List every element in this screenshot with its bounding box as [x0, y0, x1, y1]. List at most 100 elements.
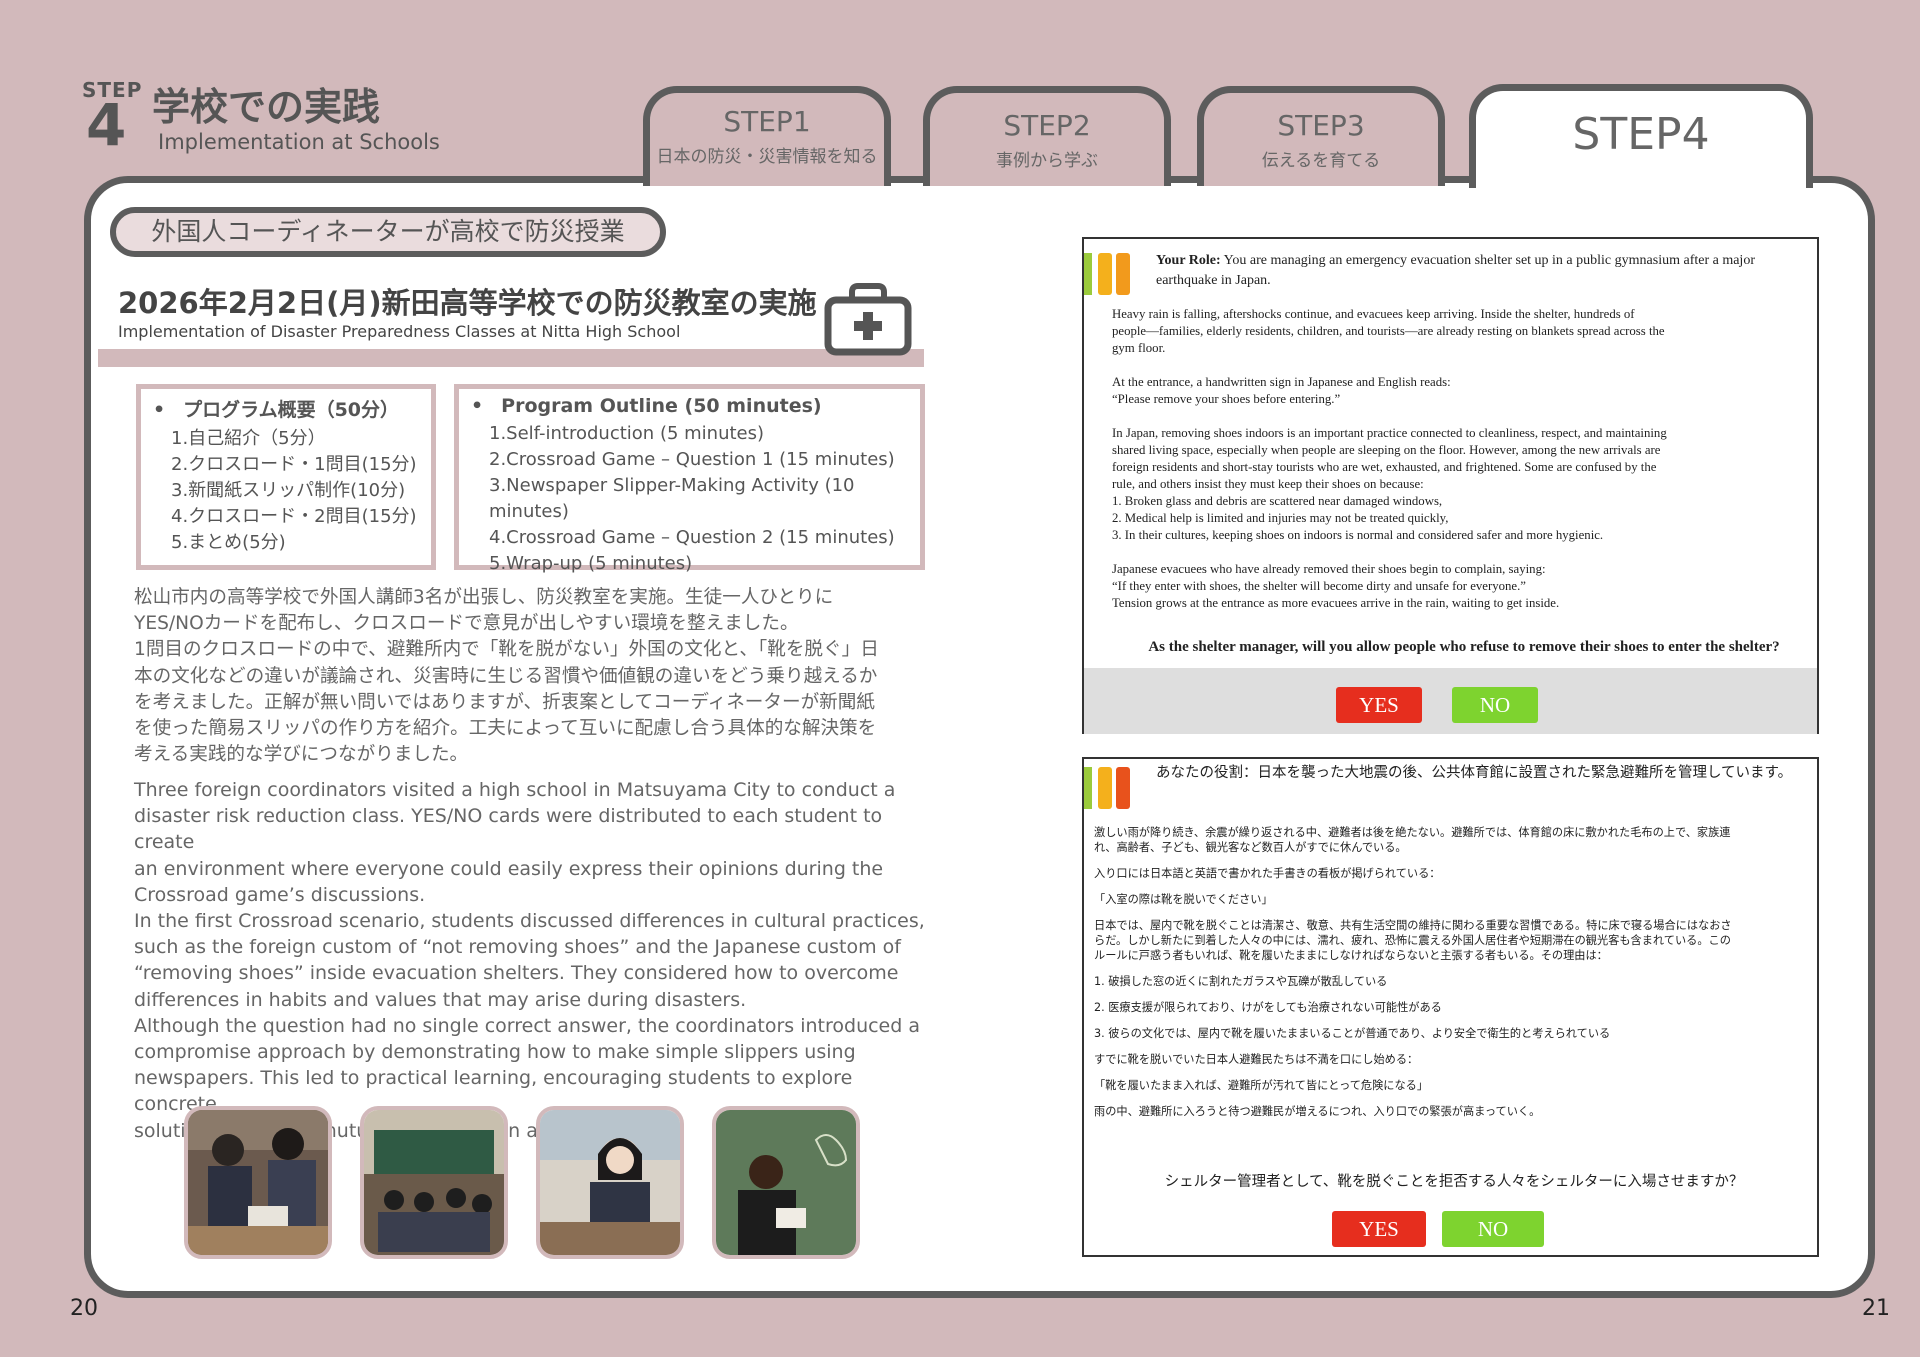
text-line: 松山市内の高等学校で外国人講師3名が出張し、防災教室を実施。生徒一人ひとりに	[134, 587, 834, 608]
text-line: such as the foreign custom of “not remov…	[134, 936, 901, 959]
text-line: “If they enter with shoes, the shelter w…	[1112, 579, 1526, 593]
answer-bar	[1084, 668, 1817, 734]
outline-item: 2.Crossroad Game – Question 1 (15 minute…	[489, 449, 895, 470]
text-line: ルールに戸惑う者もいれば、靴を履いたままにしなければならないと主張する者もいる。…	[1094, 949, 1608, 962]
tab-sub: 日本の防災・災害情報を知る	[656, 146, 878, 167]
color-bars-icon	[1084, 767, 1130, 809]
tab-step2[interactable]: STEP2 事例から学ぶ	[923, 86, 1171, 186]
outline-item: 3.新聞紙スリッパ制作(10分)	[171, 480, 406, 501]
tab-sub: 伝えるを育てる	[1261, 150, 1381, 171]
outline-title: プログラム概要（50分）	[153, 395, 431, 422]
scenario-body: 激しい雨が降り続き、余震が繰り返される中、避難者は後を絶たない。避難所では、体育…	[1094, 825, 1814, 1119]
text-line: Crossroad game’s discussions.	[134, 883, 426, 906]
photo-student-smiling	[536, 1106, 684, 1259]
text-line: Heavy rain is falling, aftershocks conti…	[1112, 307, 1635, 321]
text-line: 考える実践的な学びにつながりました。	[134, 744, 469, 766]
tab-label: STEP2	[1003, 109, 1091, 142]
role-text: あなたの役割：日本を襲った大地震の後、公共体育館に設置された緊急避難所を管理して…	[1156, 765, 1793, 781]
tab-label: STEP3	[1277, 109, 1365, 142]
heading-underline	[98, 349, 924, 367]
text-line: disaster risk reduction class. YES/NO ca…	[134, 805, 883, 854]
article-heading: 2026年2月2日(月)新田高等学校での防災教室の実施	[118, 286, 817, 320]
text-line: 3. 彼らの文化では、屋内で靴を履いたままいることが普通であり、より安全で衛生的…	[1094, 1027, 1611, 1040]
body-text-en: Three foreign coordinators visited a hig…	[134, 777, 934, 1144]
text-line: Japanese evacuees who have already remov…	[1112, 562, 1546, 576]
text-line: At the entrance, a handwritten sign in J…	[1112, 375, 1451, 389]
text-line	[1094, 1015, 1814, 1026]
text-line	[1094, 855, 1814, 866]
outline-item: 1.Self-introduction (5 minutes)	[489, 423, 765, 444]
tab-label: STEP1	[723, 105, 811, 138]
text-line: 雨の中、避難所に入ろうと待つ避難民が増えるにつれ、入り口での緊張が高まっていく。	[1094, 1105, 1541, 1118]
scenario-question: シェルター管理者として、靴を脱ぐことを拒否する人々をシェルターに入場させますか？	[1164, 1174, 1744, 1190]
yes-button[interactable]: YES	[1336, 687, 1422, 723]
role-text: Your Role: You are managing an emergency…	[1156, 251, 1796, 291]
text-line: gym floor.	[1112, 341, 1166, 355]
text-line: れ、高齢者、子ども、観光客など数百人がすでに休んでいる。	[1094, 841, 1407, 854]
no-button[interactable]: NO	[1452, 687, 1538, 723]
text-line	[1112, 357, 1812, 374]
outline-item: 2.クロスロード・1問目(15分)	[171, 454, 417, 475]
text-line: らだ。しかし新たに到着した人々の中には、濡れ、疲れ、恐怖に震える外国人居住者や短…	[1094, 934, 1731, 947]
scenario-question: As the shelter manager, will you allow p…	[1148, 639, 1780, 655]
text-line: すでに靴を脱いでいた日本人避難民たちは不満を口にし始める：	[1094, 1053, 1419, 1066]
text-line: 1. 破損した窓の近くに割れたガラスや瓦礫が散乱している	[1094, 975, 1388, 988]
text-line: “Please remove your shoes before enterin…	[1112, 392, 1341, 406]
text-line	[1094, 881, 1814, 892]
tab-step1[interactable]: STEP1 日本の防災・災害情報を知る	[643, 86, 891, 186]
topic-pill: 外国人コーディネーターが高校で防災授業	[110, 207, 666, 257]
no-button[interactable]: NO	[1442, 1211, 1544, 1247]
text-line: people—families, elderly residents, chil…	[1112, 324, 1665, 338]
role-desc: You are managing an emergency evacuation…	[1156, 253, 1755, 288]
text-line: an environment where everyone could easi…	[134, 857, 884, 880]
text-line: 本の文化などの違いが議論され、災害時に生じる習慣や価値観の違いをどう乗り越えるか	[134, 665, 878, 687]
text-line	[1094, 989, 1814, 1000]
text-line: Tension grows at the entrance as more ev…	[1112, 596, 1560, 610]
text-line: Although the question had no single corr…	[134, 1014, 920, 1037]
text-line: 激しい雨が降り続き、余震が繰り返される中、避難者は後を絶たない。避難所では、体育…	[1094, 826, 1731, 839]
text-line: YES/NOカードを配布し、クロスロードで意見が出しやすい環境を整えました。	[134, 613, 799, 635]
text-line: differences in habits and values that ma…	[134, 988, 747, 1011]
text-line	[1094, 907, 1814, 918]
section-subtitle: Implementation at Schools	[158, 130, 440, 154]
tab-sub: 事例から学ぶ	[996, 150, 1098, 171]
text-line: rule, and others insist they must keep t…	[1112, 477, 1424, 491]
text-line: を使った簡易スリッパの作り方を紹介。工夫によって互いに配慮し合う具体的な解決策を	[134, 718, 877, 740]
text-line: 2. Medical help is limited and injuries …	[1112, 511, 1449, 525]
tab-step3[interactable]: STEP3 伝えるを育てる	[1197, 86, 1445, 186]
text-line: In Japan, removing shoes indoors is an i…	[1112, 426, 1667, 440]
outline-box-jp: プログラム概要（50分） 1.自己紹介（5分） 2.クロスロード・1問目(15分…	[136, 384, 436, 570]
color-bars-icon	[1084, 253, 1130, 295]
outline-item: 4.クロスロード・2問目(15分)	[171, 506, 417, 527]
text-line: foreign residents and short-stay tourist…	[1112, 460, 1657, 474]
text-line	[1094, 1067, 1814, 1078]
text-line	[1112, 544, 1812, 561]
step-number: 4	[86, 91, 127, 159]
scenario-body: Heavy rain is falling, aftershocks conti…	[1112, 306, 1812, 612]
outline-box-en: Program Outline (50 minutes) 1.Self-intr…	[454, 384, 925, 574]
article-heading-en: Implementation of Disaster Preparedness …	[118, 322, 681, 341]
text-line: 1. Broken glass and debris are scattered…	[1112, 494, 1443, 508]
text-line	[1094, 1093, 1814, 1104]
text-line: を考えました。正解が無い問いではありますが、折衷案としてコーディネーターが新聞紙	[134, 691, 875, 713]
tab-joiner	[1476, 176, 1806, 186]
text-line: 1問目のクロスロードの中で、避難所内で「靴を脱がない」外国の文化と、「靴を脱ぐ」…	[134, 639, 879, 661]
page-number-right: 21	[1862, 1296, 1890, 1321]
tab-step4[interactable]: STEP4	[1469, 84, 1813, 188]
section-title: 学校での実践	[152, 85, 381, 129]
text-line: 「靴を履いたまま入れば、避難所が汚れて皆にとって危険になる」	[1094, 1079, 1429, 1092]
text-line: 入り口には日本語と英語で書かれた手書きの看板が掲げられている：	[1094, 867, 1441, 880]
text-line: 3. In their cultures, keeping shoes on i…	[1112, 528, 1604, 542]
outline-item: 5.まとめ(5分)	[171, 532, 286, 553]
page-number-left: 20	[70, 1296, 98, 1321]
text-line	[1094, 1041, 1814, 1052]
text-line: “removing shoes” inside evacuation shelt…	[134, 962, 899, 985]
outline-item: 3.Newspaper Slipper-Making Activity (10 …	[489, 475, 855, 522]
outline-title: Program Outline (50 minutes)	[471, 395, 920, 417]
body-text-jp: 松山市内の高等学校で外国人講師3名が出張し、防災教室を実施。生徒一人ひとりに Y…	[134, 585, 934, 768]
first-aid-kit-icon	[824, 282, 912, 356]
text-line: Three foreign coordinators visited a hig…	[134, 779, 896, 801]
text-line: compromise approach by demonstrating how…	[134, 1041, 856, 1064]
outline-item: 1.自己紹介（5分）	[171, 428, 326, 449]
yes-button[interactable]: YES	[1332, 1211, 1426, 1247]
